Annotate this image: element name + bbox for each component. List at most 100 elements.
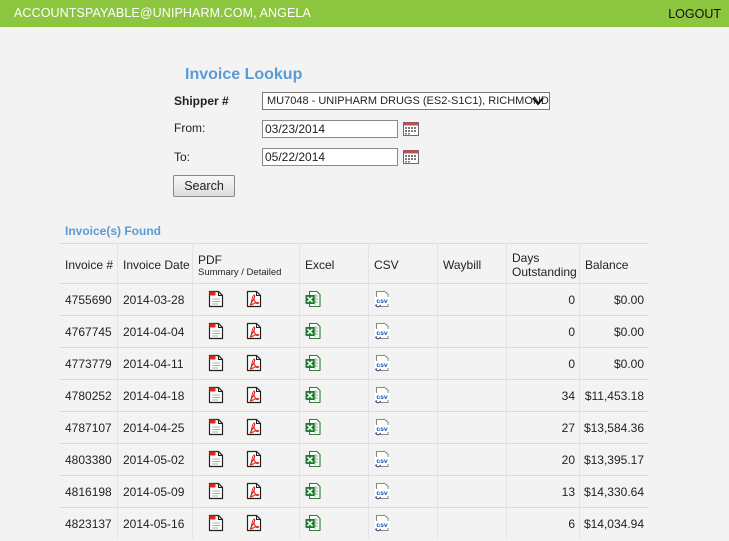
balance-amount: $11,453.18 <box>584 389 644 403</box>
invoice-date: 2014-04-25 <box>123 421 185 435</box>
excel-icon[interactable] <box>305 386 321 404</box>
excel-icon[interactable] <box>305 322 321 340</box>
balance-amount: $0.00 <box>613 325 644 339</box>
col-days-header: Days Outstanding <box>512 251 577 279</box>
logout-link[interactable]: LOGOUT <box>668 7 721 21</box>
pdf-summary-icon[interactable] <box>208 386 224 404</box>
results-heading: Invoice(s) Found <box>65 224 161 238</box>
column-separator <box>437 243 438 539</box>
col-pdf-subheader: Summary / Detailed <box>198 267 282 278</box>
csv-icon[interactable]: csv <box>374 322 390 340</box>
table-row: 4780252 2014-04-18 csv 34 $11,453.18 <box>60 379 648 411</box>
excel-icon[interactable] <box>305 290 321 308</box>
col-invoice-header: Invoice # <box>65 258 114 272</box>
col-excel-header: Excel <box>305 258 335 272</box>
csv-icon[interactable]: csv <box>374 418 390 436</box>
invoice-number: 4803380 <box>65 453 112 467</box>
pdf-summary-icon[interactable] <box>208 514 224 532</box>
user-account-label: ACCOUNTSPAYABLE@UNIPHARM.COM, ANGELA <box>14 6 311 20</box>
calendar-icon[interactable] <box>403 121 419 136</box>
days-outstanding: 0 <box>568 293 575 307</box>
pdf-summary-icon[interactable] <box>208 450 224 468</box>
col-csv-header: CSV <box>374 258 399 272</box>
chevron-down-icon <box>532 97 544 106</box>
pdf-detailed-icon[interactable] <box>246 514 262 532</box>
pdf-detailed-icon[interactable] <box>246 354 262 372</box>
invoice-date: 2014-05-02 <box>123 453 185 467</box>
col-waybill-header: Waybill <box>443 258 482 272</box>
table-row: 4816198 2014-05-09 csv 13 $14,330.64 <box>60 475 648 507</box>
pdf-detailed-icon[interactable] <box>246 450 262 468</box>
pdf-summary-icon[interactable] <box>208 322 224 340</box>
svg-text:csv: csv <box>376 330 388 337</box>
from-label: From: <box>174 121 206 135</box>
csv-icon[interactable]: csv <box>374 482 390 500</box>
svg-text:csv: csv <box>376 298 388 305</box>
invoice-table: Invoice # Invoice Date PDF Summary / Det… <box>60 243 648 539</box>
column-separator <box>368 243 369 539</box>
to-label: To: <box>174 150 191 164</box>
balance-amount: $14,034.94 <box>583 517 644 531</box>
balance-amount: $0.00 <box>613 357 644 371</box>
shipper-select[interactable]: MU7048 - UNIPHARM DRUGS (ES2-S1C1), RICH… <box>262 92 550 110</box>
excel-icon[interactable] <box>305 418 321 436</box>
column-separator <box>299 243 300 539</box>
column-separator <box>506 243 507 539</box>
column-separator <box>192 243 193 539</box>
table-row: 4767745 2014-04-04 csv 0 $0.00 <box>60 315 648 347</box>
table-header-row: Invoice # Invoice Date PDF Summary / Det… <box>60 243 648 283</box>
excel-icon[interactable] <box>305 450 321 468</box>
days-outstanding: 20 <box>561 453 575 467</box>
invoice-date: 2014-04-11 <box>123 357 184 371</box>
invoice-number: 4767745 <box>65 325 112 339</box>
table-row: 4755690 2014-03-28 csv 0 $0.00 <box>60 283 648 315</box>
invoice-date: 2014-03-28 <box>123 293 185 307</box>
svg-text:csv: csv <box>376 362 388 369</box>
table-row: 4823137 2014-05-16 csv 6 $14,034.94 <box>60 507 648 539</box>
days-outstanding: 34 <box>561 389 575 403</box>
to-date-input[interactable] <box>262 148 398 166</box>
pdf-detailed-icon[interactable] <box>246 290 262 308</box>
calendar-icon[interactable] <box>403 149 419 164</box>
search-button[interactable]: Search <box>173 175 235 197</box>
pdf-summary-icon[interactable] <box>208 354 224 372</box>
svg-text:csv: csv <box>376 426 388 433</box>
invoice-date: 2014-05-16 <box>123 517 185 531</box>
column-separator <box>579 243 580 539</box>
pdf-detailed-icon[interactable] <box>246 322 262 340</box>
invoice-number: 4816198 <box>65 485 112 499</box>
col-balance-header: Balance <box>585 258 629 272</box>
csv-icon[interactable]: csv <box>374 354 390 372</box>
page-title: Invoice Lookup <box>185 66 303 83</box>
csv-icon[interactable]: csv <box>374 450 390 468</box>
csv-icon[interactable]: csv <box>374 386 390 404</box>
table-row: 4787107 2014-04-25 csv 27 $13,584.36 <box>60 411 648 443</box>
invoice-date: 2014-04-18 <box>123 389 185 403</box>
balance-amount: $13,584.36 <box>583 421 644 435</box>
pdf-summary-icon[interactable] <box>208 418 224 436</box>
pdf-summary-icon[interactable] <box>208 290 224 308</box>
invoice-number: 4823137 <box>65 517 112 531</box>
balance-amount: $14,330.64 <box>583 485 644 499</box>
balance-amount: $13,395.17 <box>583 453 644 467</box>
excel-icon[interactable] <box>305 514 321 532</box>
pdf-detailed-icon[interactable] <box>246 418 262 436</box>
invoice-number: 4787107 <box>65 421 112 435</box>
invoice-date: 2014-04-04 <box>123 325 185 339</box>
excel-icon[interactable] <box>305 354 321 372</box>
csv-icon[interactable]: csv <box>374 514 390 532</box>
pdf-summary-icon[interactable] <box>208 482 224 500</box>
csv-icon[interactable]: csv <box>374 290 390 308</box>
invoice-number: 4773779 <box>65 357 112 371</box>
table-row: 4773779 2014-04-11 csv 0 $0.00 <box>60 347 648 379</box>
col-date-header: Invoice Date <box>123 258 190 272</box>
pdf-detailed-icon[interactable] <box>246 386 262 404</box>
pdf-detailed-icon[interactable] <box>246 482 262 500</box>
top-bar: ACCOUNTSPAYABLE@UNIPHARM.COM, ANGELA LOG… <box>0 0 729 27</box>
column-separator <box>117 243 118 539</box>
col-pdf-header: PDF Summary / Detailed <box>198 253 281 278</box>
excel-icon[interactable] <box>305 482 321 500</box>
svg-text:csv: csv <box>376 490 388 497</box>
from-date-input[interactable] <box>262 120 398 138</box>
svg-text:csv: csv <box>376 522 388 529</box>
